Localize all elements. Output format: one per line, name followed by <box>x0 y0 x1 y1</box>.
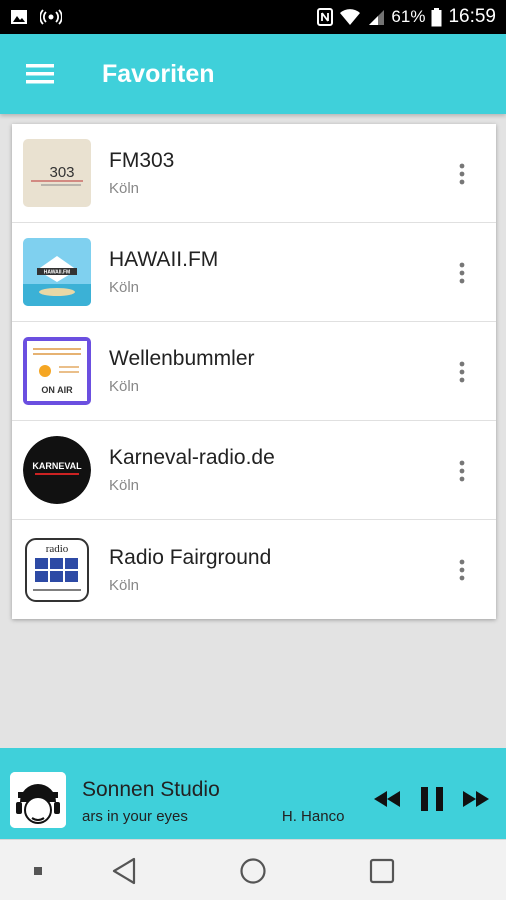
more-options-icon[interactable] <box>450 457 474 485</box>
hawaii-fm-logo: HAWAII.FM <box>23 238 91 306</box>
wifi-icon <box>339 8 361 26</box>
station-city: Köln <box>109 477 140 494</box>
station-row-radio-fairground[interactable]: radio Radio Fairground Köln <box>12 520 496 619</box>
app-bar: Favoriten <box>0 34 506 114</box>
svg-text:HAWAII.FM: HAWAII.FM <box>44 270 70 276</box>
station-city: Köln <box>109 279 140 296</box>
nfc-icon <box>317 8 334 26</box>
now-playing-station: Sonnen Studio <box>82 778 220 801</box>
status-bar: 61% 16:59 <box>0 0 506 34</box>
radio-broadcast-icon <box>40 8 62 26</box>
station-name: FM303 <box>109 149 175 172</box>
pause-icon[interactable] <box>417 784 447 814</box>
karneval-radio-logo: KARNEVAL <box>23 436 91 504</box>
fm303-logo: 303 <box>23 139 91 207</box>
recent-apps-icon[interactable] <box>366 856 398 886</box>
station-row-fm303[interactable]: 303 FM303 Köln <box>12 124 496 223</box>
favorites-list: 303 FM303 Köln HAWAII.FM HAWAII.FM Köln … <box>12 124 496 619</box>
rewind-icon[interactable] <box>372 784 402 814</box>
track-artist: H. Hanco <box>281 808 345 825</box>
now-playing-track: ars in your eyes H. Hanco <box>82 808 364 825</box>
wellenbummler-logo: ON AIR <box>23 337 91 405</box>
svg-text:KARNEVAL: KARNEVAL <box>32 461 82 471</box>
home-icon[interactable] <box>237 856 269 886</box>
more-options-icon[interactable] <box>450 259 474 287</box>
more-options-icon[interactable] <box>450 556 474 584</box>
svg-text:ON AIR: ON AIR <box>41 385 73 395</box>
image-notification-icon <box>10 8 28 26</box>
svg-text:303: 303 <box>49 164 74 181</box>
station-row-hawaii-fm[interactable]: HAWAII.FM HAWAII.FM Köln <box>12 223 496 322</box>
page-title: Favoriten <box>102 59 215 88</box>
station-city: Köln <box>109 378 140 395</box>
station-city: Köln <box>109 576 140 594</box>
station-cover-art <box>10 772 66 828</box>
track-title: ars in your eyes <box>82 808 188 825</box>
hamburger-menu-icon[interactable] <box>10 44 70 104</box>
station-name: Radio Fairground <box>109 545 272 569</box>
more-options-icon[interactable] <box>450 160 474 188</box>
station-name: HAWAII.FM <box>109 248 219 271</box>
battery-percent: 61% <box>391 7 426 26</box>
clock: 16:59 <box>448 6 496 27</box>
back-icon[interactable] <box>108 856 140 886</box>
station-row-karneval-radio[interactable]: KARNEVAL Karneval-radio.de Köln <box>12 421 496 520</box>
cell-signal-icon <box>367 8 385 26</box>
system-navigation-bar <box>0 839 506 900</box>
station-name: Karneval-radio.de <box>109 446 275 469</box>
station-name: Wellenbummler <box>109 347 255 370</box>
mini-player[interactable]: Sonnen Studio ars in your eyes H. Hanco <box>0 748 506 839</box>
station-row-wellenbummler[interactable]: ON AIR Wellenbummler Köln <box>12 322 496 421</box>
station-city: Köln <box>109 180 140 197</box>
radio-fairground-logo: radio <box>23 535 91 604</box>
battery-icon <box>431 7 442 27</box>
menu-dot-icon[interactable] <box>28 856 48 886</box>
svg-text:radio: radio <box>46 543 69 555</box>
more-options-icon[interactable] <box>450 358 474 386</box>
fast-forward-icon[interactable] <box>461 784 491 814</box>
